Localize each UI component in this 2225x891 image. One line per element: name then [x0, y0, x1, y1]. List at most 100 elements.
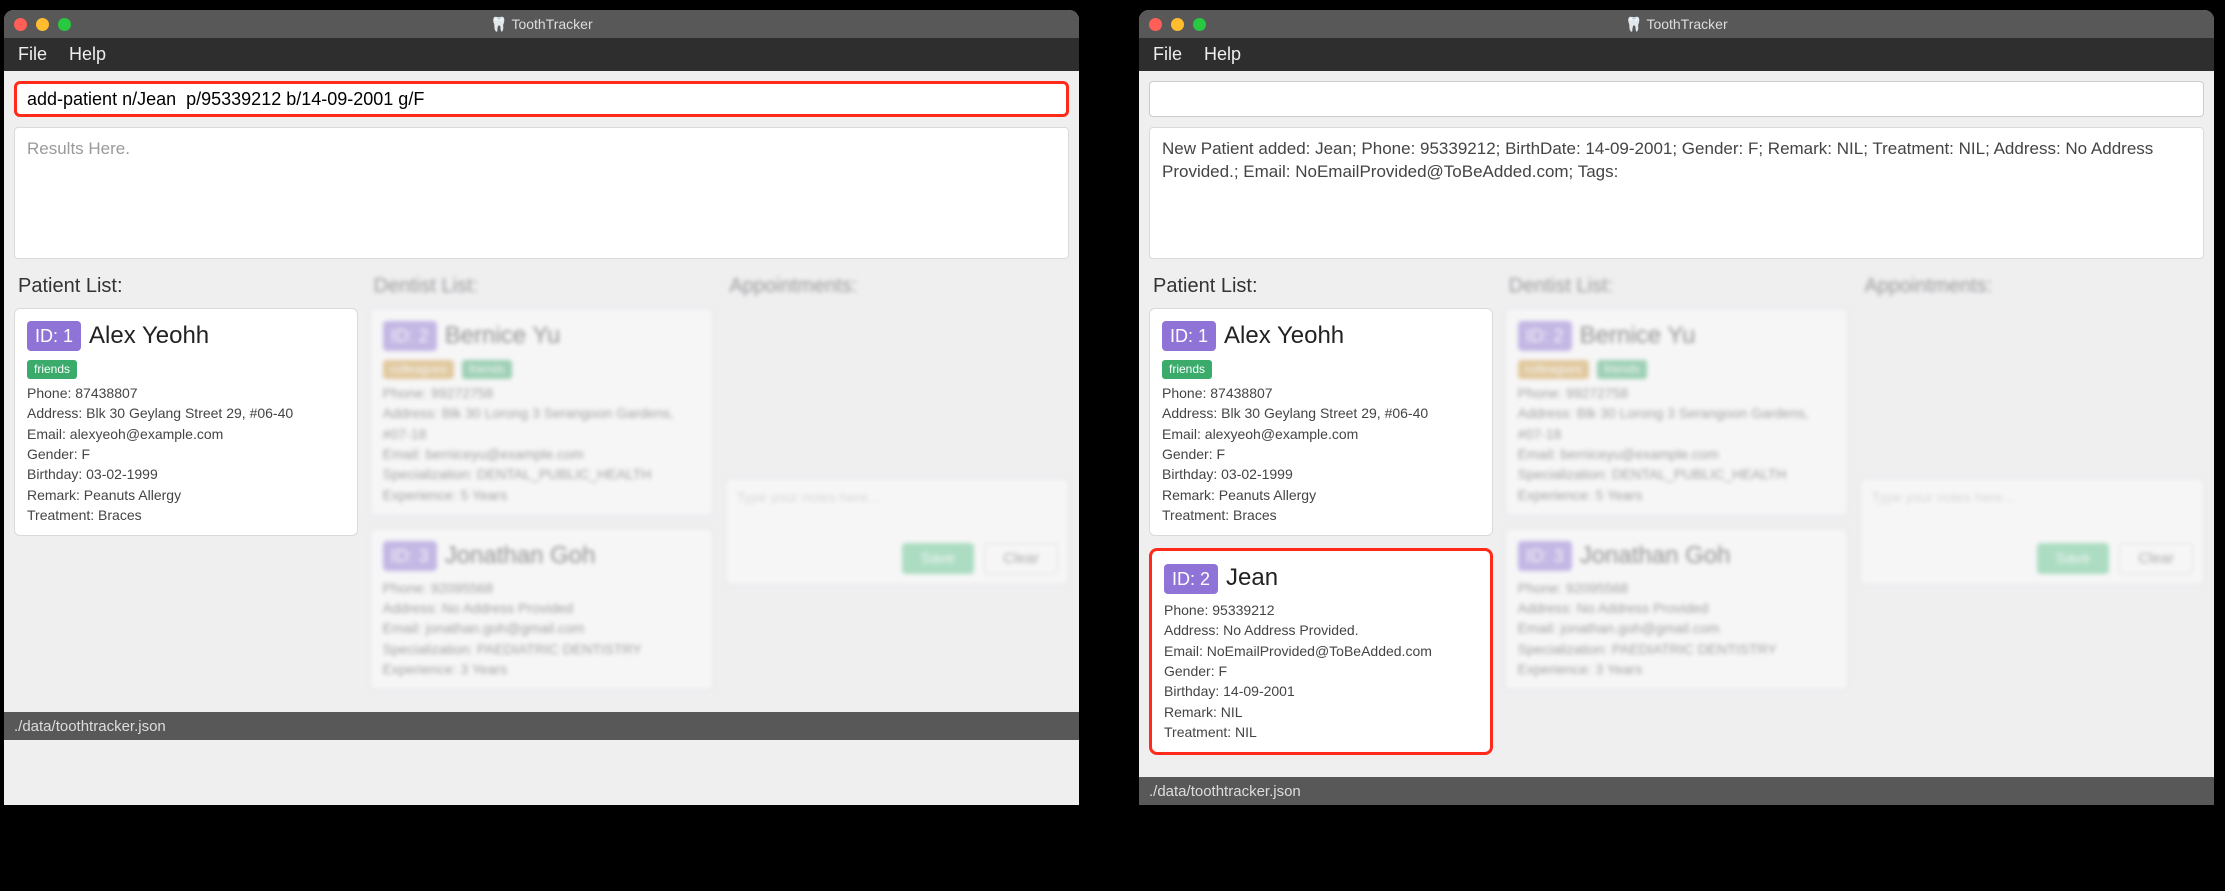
- status-bar: ./data/toothtracker.json: [1139, 777, 2214, 805]
- field-email: Email: jonathan.goh@gmail.com: [1518, 618, 1836, 638]
- field-email: Email: jonathan.goh@gmail.com: [383, 618, 701, 638]
- field-address: Address: Blk 30 Lorong 3 Serangoon Garde…: [1518, 403, 1836, 444]
- id-badge: ID: 3: [1518, 541, 1572, 571]
- result-box: Results Here.: [14, 127, 1069, 259]
- field-treatment: Treatment: NIL: [1164, 722, 1478, 742]
- status-bar: ./data/toothtracker.json: [4, 712, 1079, 740]
- patient-column: Patient List: ID: 1 Alex Yeohh friends P…: [14, 269, 358, 702]
- command-input[interactable]: [14, 81, 1069, 117]
- result-placeholder: Results Here.: [27, 139, 130, 158]
- field-exp: Experience: 5 Years: [383, 485, 701, 505]
- id-badge: ID: 2: [383, 321, 437, 351]
- dentist-column: Dentist List: ID: 2 Bernice Yu colleague…: [370, 269, 714, 702]
- dentist-name: Jonathan Goh: [445, 539, 596, 574]
- field-birthday: Birthday: 03-02-1999: [27, 464, 345, 484]
- command-input[interactable]: [1149, 81, 2204, 117]
- field-gender: Gender: F: [1162, 444, 1480, 464]
- field-spec: Specialization: DENTAL_PUBLIC_HEALTH: [383, 464, 701, 484]
- field-gender: Gender: F: [27, 444, 345, 464]
- appointments-title: Appointments:: [729, 275, 1069, 298]
- field-treatment: Treatment: Braces: [1162, 505, 1480, 525]
- field-exp: Experience: 3 Years: [383, 659, 701, 679]
- save-button[interactable]: Save: [2037, 543, 2109, 574]
- patient-list-title: Patient List:: [1153, 275, 1493, 298]
- field-remark: Remark: NIL: [1164, 702, 1478, 722]
- save-button[interactable]: Save: [902, 543, 974, 574]
- dentist-card[interactable]: ID: 2 Bernice Yu colleagues friends Phon…: [370, 308, 714, 516]
- patient-card-new[interactable]: ID: 2 Jean Phone: 95339212 Address: No A…: [1149, 548, 1493, 755]
- clear-button[interactable]: Clear: [2119, 543, 2193, 574]
- field-address: Address: No Address Provided: [383, 598, 701, 618]
- dentist-name: Jonathan Goh: [1580, 539, 1731, 574]
- id-badge: ID: 3: [383, 541, 437, 571]
- result-box: New Patient added: Jean; Phone: 95339212…: [1149, 127, 2204, 259]
- field-treatment: Treatment: Braces: [27, 505, 345, 525]
- field-email: Email: NoEmailProvided@ToBeAdded.com: [1164, 641, 1478, 661]
- result-text: New Patient added: Jean; Phone: 95339212…: [1162, 139, 2153, 181]
- dentist-column: Dentist List: ID: 2 Bernice Yu colleague…: [1505, 269, 1849, 767]
- field-address: Address: Blk 30 Geylang Street 29, #06-4…: [1162, 403, 1480, 423]
- dentist-name: Bernice Yu: [1580, 319, 1696, 354]
- field-address: Address: No Address Provided.: [1164, 620, 1478, 640]
- dentist-card[interactable]: ID: 3 Jonathan Goh Phone: 92095568 Addre…: [1505, 528, 1849, 690]
- appointments-column: Appointments: Type your notes here... Sa…: [1860, 269, 2204, 767]
- field-phone: Phone: 95339212: [1164, 600, 1478, 620]
- menu-file[interactable]: File: [1153, 44, 1182, 65]
- notes-box: Type your notes here... Save Clear: [725, 478, 1069, 585]
- field-gender: Gender: F: [1164, 661, 1478, 681]
- field-remark: Remark: Peanuts Allergy: [1162, 485, 1480, 505]
- field-email: Email: alexyeoh@example.com: [27, 424, 345, 444]
- appointments-title: Appointments:: [1864, 275, 2204, 298]
- title-bar: 🦷 ToothTracker: [1139, 10, 2214, 38]
- field-birthday: Birthday: 14-09-2001: [1164, 681, 1478, 701]
- appointments-column: Appointments: Type your notes here... Sa…: [725, 269, 1069, 702]
- menu-bar: File Help: [1139, 38, 2214, 71]
- field-address: Address: No Address Provided: [1518, 598, 1836, 618]
- field-phone: Phone: 92095568: [383, 578, 701, 598]
- notes-placeholder: Type your notes here...: [1871, 489, 2193, 505]
- patient-name: Alex Yeohh: [89, 319, 209, 354]
- tooth-icon: 🦷: [490, 16, 507, 32]
- patient-name: Jean: [1226, 561, 1278, 596]
- field-phone: Phone: 87438807: [1162, 383, 1480, 403]
- clear-button[interactable]: Clear: [984, 543, 1058, 574]
- patient-card[interactable]: ID: 1 Alex Yeohh friends Phone: 87438807…: [14, 308, 358, 536]
- field-phone: Phone: 92095568: [1518, 578, 1836, 598]
- window-title: 🦷 ToothTracker: [4, 16, 1079, 33]
- menu-file[interactable]: File: [18, 44, 47, 65]
- field-exp: Experience: 5 Years: [1518, 485, 1836, 505]
- field-phone: Phone: 99272758: [1518, 383, 1836, 403]
- patient-column: Patient List: ID: 1 Alex Yeohh friends P…: [1149, 269, 1493, 767]
- field-phone: Phone: 99272758: [383, 383, 701, 403]
- id-badge: ID: 1: [27, 321, 81, 351]
- title-bar: 🦷 ToothTracker: [4, 10, 1079, 38]
- dentist-name: Bernice Yu: [445, 319, 561, 354]
- patient-card[interactable]: ID: 1 Alex Yeohh friends Phone: 87438807…: [1149, 308, 1493, 536]
- id-badge: ID: 2: [1164, 564, 1218, 594]
- field-remark: Remark: Peanuts Allergy: [27, 485, 345, 505]
- field-exp: Experience: 3 Years: [1518, 659, 1836, 679]
- tag-friends: friends: [1597, 360, 1647, 379]
- field-birthday: Birthday: 03-02-1999: [1162, 464, 1480, 484]
- id-badge: ID: 1: [1162, 321, 1216, 351]
- dentist-list-title: Dentist List:: [1509, 275, 1849, 298]
- id-badge: ID: 2: [1518, 321, 1572, 351]
- window-title: 🦷 ToothTracker: [1139, 16, 2214, 33]
- field-spec: Specialization: PAEDIATRIC DENTISTRY: [383, 639, 701, 659]
- tag-friends: friends: [462, 360, 512, 379]
- field-email: Email: berniceyu@example.com: [1518, 444, 1836, 464]
- notes-box: Type your notes here... Save Clear: [1860, 478, 2204, 585]
- menu-help[interactable]: Help: [69, 44, 106, 65]
- field-spec: Specialization: DENTAL_PUBLIC_HEALTH: [1518, 464, 1836, 484]
- field-phone: Phone: 87438807: [27, 383, 345, 403]
- app-window-before: 🦷 ToothTracker File Help Results Here. P…: [4, 10, 1079, 805]
- app-window-after: 🦷 ToothTracker File Help New Patient add…: [1139, 10, 2214, 805]
- field-spec: Specialization: PAEDIATRIC DENTISTRY: [1518, 639, 1836, 659]
- field-email: Email: berniceyu@example.com: [383, 444, 701, 464]
- field-address: Address: Blk 30 Lorong 3 Serangoon Garde…: [383, 403, 701, 444]
- dentist-card[interactable]: ID: 3 Jonathan Goh Phone: 92095568 Addre…: [370, 528, 714, 690]
- patient-name: Alex Yeohh: [1224, 319, 1344, 354]
- dentist-card[interactable]: ID: 2 Bernice Yu colleagues friends Phon…: [1505, 308, 1849, 516]
- menu-bar: File Help: [4, 38, 1079, 71]
- menu-help[interactable]: Help: [1204, 44, 1241, 65]
